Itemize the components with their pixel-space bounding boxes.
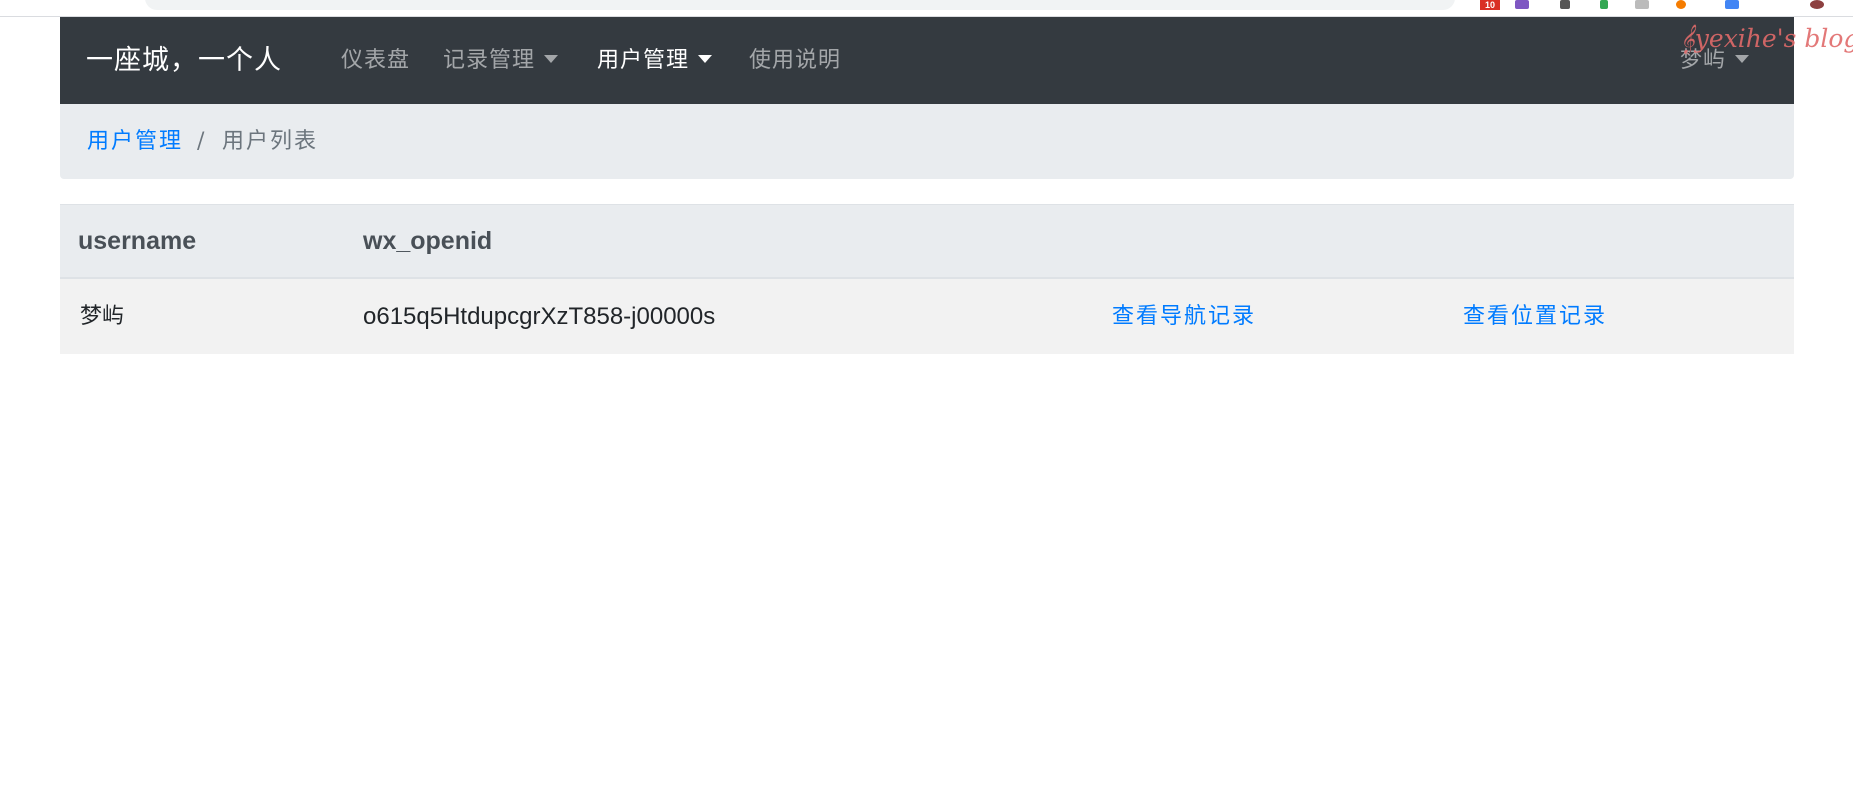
address-bar[interactable] <box>145 0 1455 10</box>
breadcrumb: 用户管理 / 用户列表 <box>60 104 1794 179</box>
extension-icon[interactable] <box>1600 0 1608 9</box>
extension-icon[interactable] <box>1515 0 1529 9</box>
table-header: username wx_openid <box>60 204 1794 279</box>
profile-avatar-icon[interactable] <box>1810 0 1824 9</box>
navbar: 一座城，一个人 仪表盘 记录管理 用户管理 使用说明 梦屿 <box>60 17 1794 104</box>
cell-wx-openid: o615q5HtdupcgrXzT858-j00000s <box>363 303 716 330</box>
view-location-records-link[interactable]: 查看位置记录 <box>1463 279 1607 354</box>
extension-badge[interactable]: 10 <box>1480 0 1500 10</box>
music-note-icon: 𝄞 <box>1680 24 1695 53</box>
caret-down-icon <box>544 55 559 63</box>
nav-item-label: 记录管理 <box>443 48 536 73</box>
breadcrumb-separator: / <box>197 129 207 154</box>
watermark-text: yexihe's blog <box>1694 24 1853 53</box>
caret-down-icon <box>698 55 713 63</box>
extension-icon[interactable] <box>1635 0 1649 9</box>
nav-item-label: 用户管理 <box>597 48 690 73</box>
cell-username: 梦屿 <box>80 304 125 329</box>
caret-down-icon <box>1735 55 1750 63</box>
browser-toolbar: 10 <box>0 0 1853 17</box>
view-navigation-records-link[interactable]: 查看导航记录 <box>1112 279 1256 354</box>
nav-item-dashboard[interactable]: 仪表盘 <box>341 17 410 104</box>
table-row: 梦屿 o615q5HtdupcgrXzT858-j00000s 查看导航记录 查… <box>60 279 1794 354</box>
extension-icon[interactable] <box>1560 0 1570 9</box>
breadcrumb-item-user-management[interactable]: 用户管理 <box>87 104 183 179</box>
nav-item-records[interactable]: 记录管理 <box>443 17 559 104</box>
breadcrumb-item-user-list: 用户列表 <box>222 129 319 154</box>
nav-item-users[interactable]: 用户管理 <box>597 17 713 104</box>
blog-watermark: 𝄞yexihe's blog <box>1680 24 1853 54</box>
navbar-brand[interactable]: 一座城，一个人 <box>86 17 282 104</box>
extension-icon[interactable] <box>1725 0 1739 9</box>
extension-icon[interactable] <box>1676 0 1686 9</box>
nav-item-help[interactable]: 使用说明 <box>749 17 841 104</box>
nav-item-label: 仪表盘 <box>341 48 411 73</box>
nav-item-label: 使用说明 <box>749 48 842 73</box>
column-header-username: username <box>78 227 197 255</box>
column-header-wx-openid: wx_openid <box>363 227 493 255</box>
